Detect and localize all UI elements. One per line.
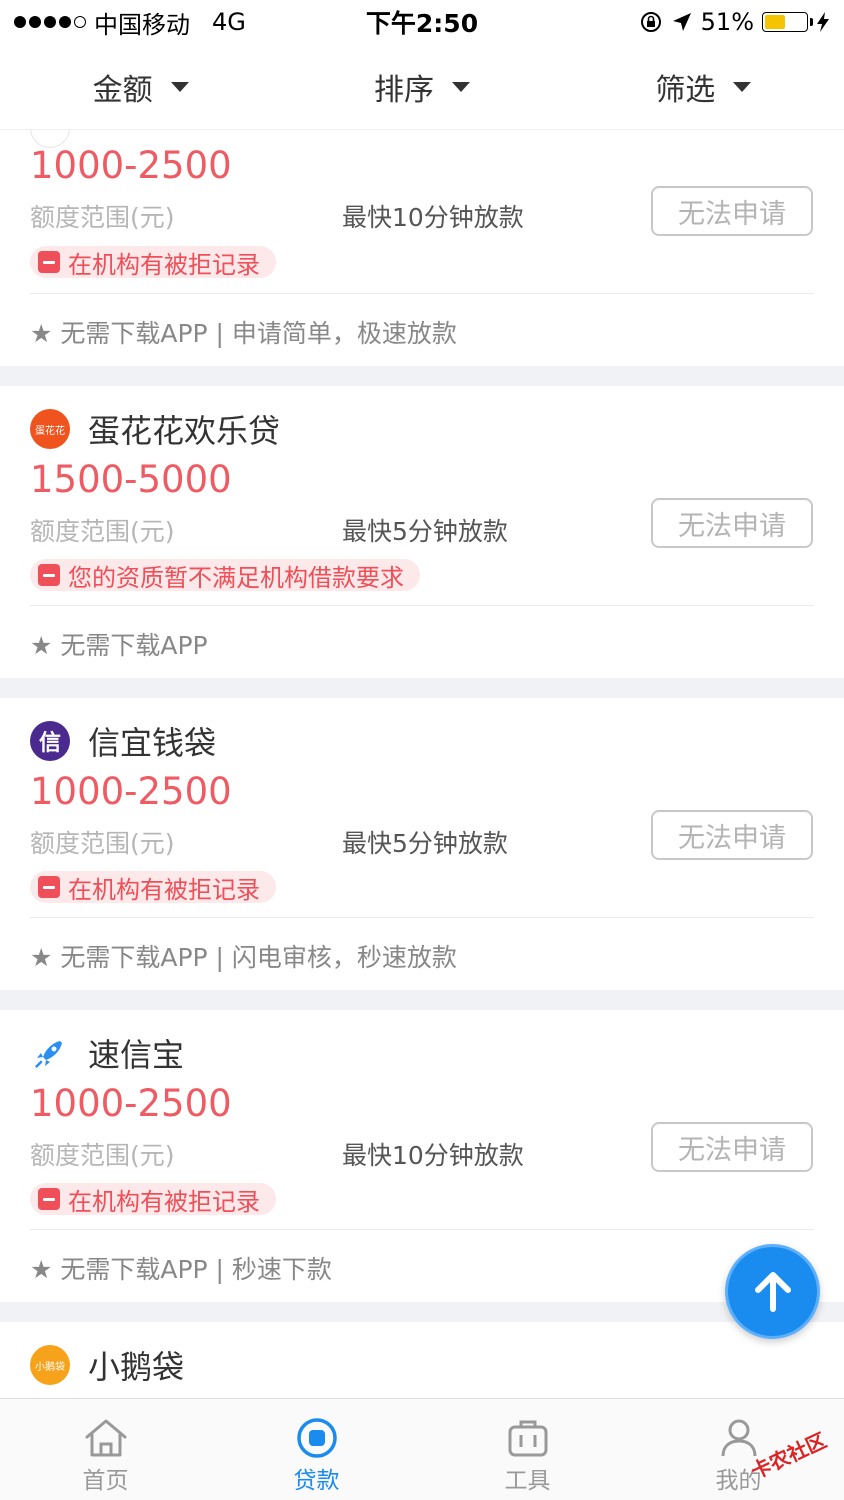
filter-bar: 金额 排序 筛选 (0, 44, 844, 130)
filter-sort[interactable]: 排序 (281, 44, 562, 129)
status-left: 中国移动 4G (14, 5, 246, 40)
reject-reason: 在机构有被拒记录 (68, 250, 260, 279)
carrier-name: 中国移动 (94, 10, 190, 39)
card-header: 小鹅袋 小鹅袋 (30, 1342, 184, 1388)
status-right: 51% (639, 8, 830, 36)
range-label: 额度范围(元) (30, 829, 175, 858)
loan-speed: 最快10分钟放款 (342, 203, 524, 232)
apply-button[interactable]: 无法申请 (651, 186, 813, 236)
divider (30, 605, 814, 606)
rotation-lock-icon (640, 12, 661, 32)
feature-text: ★ 无需下载APP | 申请简单，极速放款 (30, 319, 457, 348)
loan-amount: 1000-2500 (30, 770, 232, 813)
reject-badge: 您的资质暂不满足机构借款要求 (30, 559, 420, 592)
minus-icon (38, 564, 60, 586)
charging-bolt-icon (817, 12, 829, 32)
divider (30, 1229, 814, 1230)
loan-card[interactable]: 1000-2500 额度范围(元) 最快10分钟放款 无法申请 在机构有被拒记录… (0, 130, 844, 366)
filter-amount-label: 金额 (92, 72, 153, 108)
filter-filter[interactable]: 筛选 (563, 44, 844, 129)
product-name: 速信宝 (88, 1036, 185, 1074)
loan-card[interactable]: 蛋花花 蛋花花欢乐贷 1500-5000 额度范围(元) 最快5分钟放款 无法申… (0, 386, 844, 678)
rocket-icon (34, 1041, 62, 1069)
tab-bar: 首页 贷款 工具 我的 (0, 1398, 844, 1500)
card-gap (0, 1302, 844, 1322)
tab-home[interactable]: 首页 (0, 1399, 211, 1500)
xinyi-logo-icon: 信 (30, 721, 70, 761)
reject-badge: 在机构有被拒记录 (30, 1183, 276, 1216)
apply-button[interactable]: 无法申请 (651, 1122, 813, 1172)
caret-down-icon (170, 81, 189, 92)
tab-loan[interactable]: 贷款 (211, 1399, 422, 1500)
caret-down-icon (451, 81, 470, 92)
loan-speed: 最快5分钟放款 (342, 517, 508, 546)
battery-percent: 51% (700, 8, 754, 36)
divider (30, 917, 814, 918)
card-header: 蛋花花 蛋花花欢乐贷 (30, 406, 280, 452)
loan-speed: 最快10分钟放款 (342, 1141, 524, 1170)
card-gap (0, 678, 844, 698)
feature-text: ★ 无需下载APP | 秒速下款 (30, 1255, 332, 1284)
minus-icon (38, 876, 60, 898)
caret-down-icon (733, 81, 752, 92)
apply-button[interactable]: 无法申请 (651, 810, 813, 860)
feature-text: ★ 无需下载APP | 闪电审核，秒速放款 (30, 943, 457, 972)
product-name: 蛋花花欢乐贷 (88, 412, 281, 450)
tab-home-label: 首页 (82, 1468, 129, 1494)
loan-amount: 1000-2500 (30, 1082, 232, 1125)
range-label: 额度范围(元) (30, 517, 175, 546)
card-gap (0, 366, 844, 386)
danhuahua-logo-icon: 蛋花花 (30, 409, 70, 449)
card-header: 信 信宜钱袋 (30, 718, 216, 764)
loan-amount: 1000-2500 (30, 144, 232, 187)
loan-card[interactable]: 速信宝 1000-2500 额度范围(元) 最快10分钟放款 无法申请 在机构有… (0, 1010, 844, 1302)
reject-badge: 在机构有被拒记录 (30, 246, 276, 279)
loan-card[interactable]: 信 信宜钱袋 1000-2500 额度范围(元) 最快5分钟放款 无法申请 在机… (0, 698, 844, 990)
range-label: 额度范围(元) (30, 1141, 175, 1170)
xiaoe-logo-icon: 小鹅袋 (30, 1345, 70, 1385)
feature-text: ★ 无需下载APP (30, 631, 208, 660)
apply-button[interactable]: 无法申请 (651, 498, 813, 548)
user-icon (721, 1419, 756, 1457)
reject-badge: 在机构有被拒记录 (30, 871, 276, 904)
card-header: 速信宝 (30, 1030, 184, 1076)
loan-amount: 1500-5000 (30, 458, 232, 501)
filter-sort-label: 排序 (373, 72, 434, 108)
back-to-top-button[interactable] (725, 1244, 820, 1339)
tab-tools[interactable]: 工具 (422, 1399, 633, 1500)
tab-tools-label: 工具 (504, 1468, 551, 1494)
range-label: 额度范围(元) (30, 203, 175, 232)
toolbox-icon (508, 1420, 547, 1457)
loan-speed: 最快5分钟放款 (342, 829, 508, 858)
battery-fill (765, 15, 786, 29)
tab-loan-label: 贷款 (293, 1468, 340, 1494)
product-name: 信宜钱袋 (88, 724, 217, 762)
status-bar: 中国移动 4G 下午2:50 51% (0, 0, 844, 44)
reject-reason: 在机构有被拒记录 (68, 875, 260, 904)
home-icon (85, 1419, 126, 1457)
loan-card[interactable]: 小鹅袋 小鹅袋 (0, 1322, 844, 1398)
signal-strength-icon (14, 16, 86, 28)
network-type: 4G (212, 8, 246, 36)
battery-icon (762, 12, 813, 32)
loan-list[interactable]: 1000-2500 额度范围(元) 最快10分钟放款 无法申请 在机构有被拒记录… (0, 130, 844, 1398)
minus-icon (38, 1188, 60, 1210)
arrow-up-icon (754, 1271, 791, 1312)
minus-icon (38, 251, 60, 273)
loan-icon (296, 1418, 337, 1458)
filter-amount[interactable]: 金额 (0, 44, 281, 129)
divider (30, 293, 814, 294)
product-name: 小鹅袋 (88, 1348, 185, 1386)
reject-reason: 在机构有被拒记录 (68, 1187, 260, 1216)
reject-reason: 您的资质暂不满足机构借款要求 (68, 563, 404, 592)
location-arrow-icon (672, 13, 691, 31)
card-gap (0, 990, 844, 1010)
filter-filter-label: 筛选 (655, 72, 716, 108)
rocket-logo-icon (30, 1033, 70, 1073)
